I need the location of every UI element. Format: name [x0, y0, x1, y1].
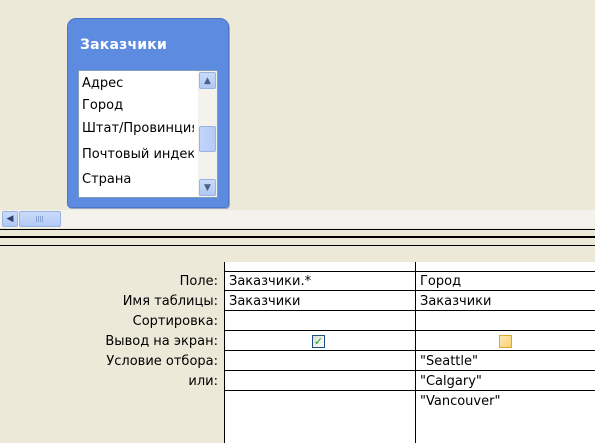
cell-or[interactable]: [225, 372, 415, 391]
upper-horizontal-scrollbar[interactable]: ◀: [0, 210, 595, 228]
chevron-up-icon[interactable]: ▲: [199, 72, 216, 89]
column-selector[interactable]: [225, 262, 415, 272]
show-checkbox[interactable]: ✓: [312, 335, 325, 348]
field-list-customers[interactable]: Заказчики Адрес Город Штат/Провинция Поч…: [67, 18, 229, 208]
show-checkbox[interactable]: [499, 335, 512, 348]
query-design-grid: Поле: Имя таблицы: Сортировка: Вывод на …: [0, 246, 595, 443]
checkmark-icon: ✓: [313, 335, 324, 348]
field-list-items[interactable]: Адрес Город Штат/Провинция Почтовый инде…: [78, 70, 218, 198]
field-item-city[interactable]: Город: [82, 95, 194, 117]
cell-show[interactable]: [416, 332, 595, 351]
field-item-country[interactable]: Страна: [82, 169, 194, 191]
row-label-or: или:: [188, 374, 218, 389]
cell-field[interactable]: Заказчики.*: [225, 272, 415, 291]
grid-column-2[interactable]: Город Заказчики "Seattle" "Calgary" "Van…: [415, 262, 595, 443]
cell-sort[interactable]: [225, 312, 415, 331]
scroll-thumb[interactable]: [199, 126, 216, 152]
field-item-address[interactable]: Адрес: [82, 73, 194, 95]
cell-field[interactable]: Город: [416, 272, 595, 291]
cell-table[interactable]: Заказчики: [416, 292, 595, 311]
cell-criteria[interactable]: "Seattle": [416, 352, 595, 371]
chevron-left-icon[interactable]: ◀: [2, 211, 18, 227]
field-item-state[interactable]: Штат/Провинция: [82, 118, 194, 140]
row-label-sort: Сортировка:: [132, 314, 218, 329]
grid-column-1[interactable]: Заказчики.* Заказчики ✓: [224, 262, 415, 443]
chevron-down-icon[interactable]: ▼: [199, 179, 216, 196]
grip-icon: [36, 216, 44, 222]
field-list-scrollbar[interactable]: ▲ ▼: [198, 71, 217, 197]
cell-show[interactable]: ✓: [225, 332, 415, 351]
cell-criteria[interactable]: [225, 352, 415, 371]
splitter-line: [0, 236, 595, 238]
field-list-title[interactable]: Заказчики: [80, 37, 167, 53]
field-item-postal-code[interactable]: Почтовый индекс: [82, 144, 194, 166]
pane-splitter[interactable]: [0, 229, 595, 246]
row-label-table: Имя таблицы:: [122, 294, 218, 309]
cell-extra[interactable]: [225, 392, 415, 411]
query-tables-pane[interactable]: Заказчики Адрес Город Штат/Провинция Поч…: [0, 0, 595, 228]
cell-sort[interactable]: [416, 312, 595, 331]
column-selector[interactable]: [416, 262, 595, 272]
cell-extra[interactable]: "Vancouver": [416, 392, 595, 411]
horizontal-scroll-thumb[interactable]: [19, 211, 61, 227]
row-label-field: Поле:: [179, 274, 218, 289]
row-label-show: Вывод на экран:: [105, 334, 218, 349]
row-label-criteria: Условие отбора:: [106, 354, 218, 369]
cell-or[interactable]: "Calgary": [416, 372, 595, 391]
cell-table[interactable]: Заказчики: [225, 292, 415, 311]
